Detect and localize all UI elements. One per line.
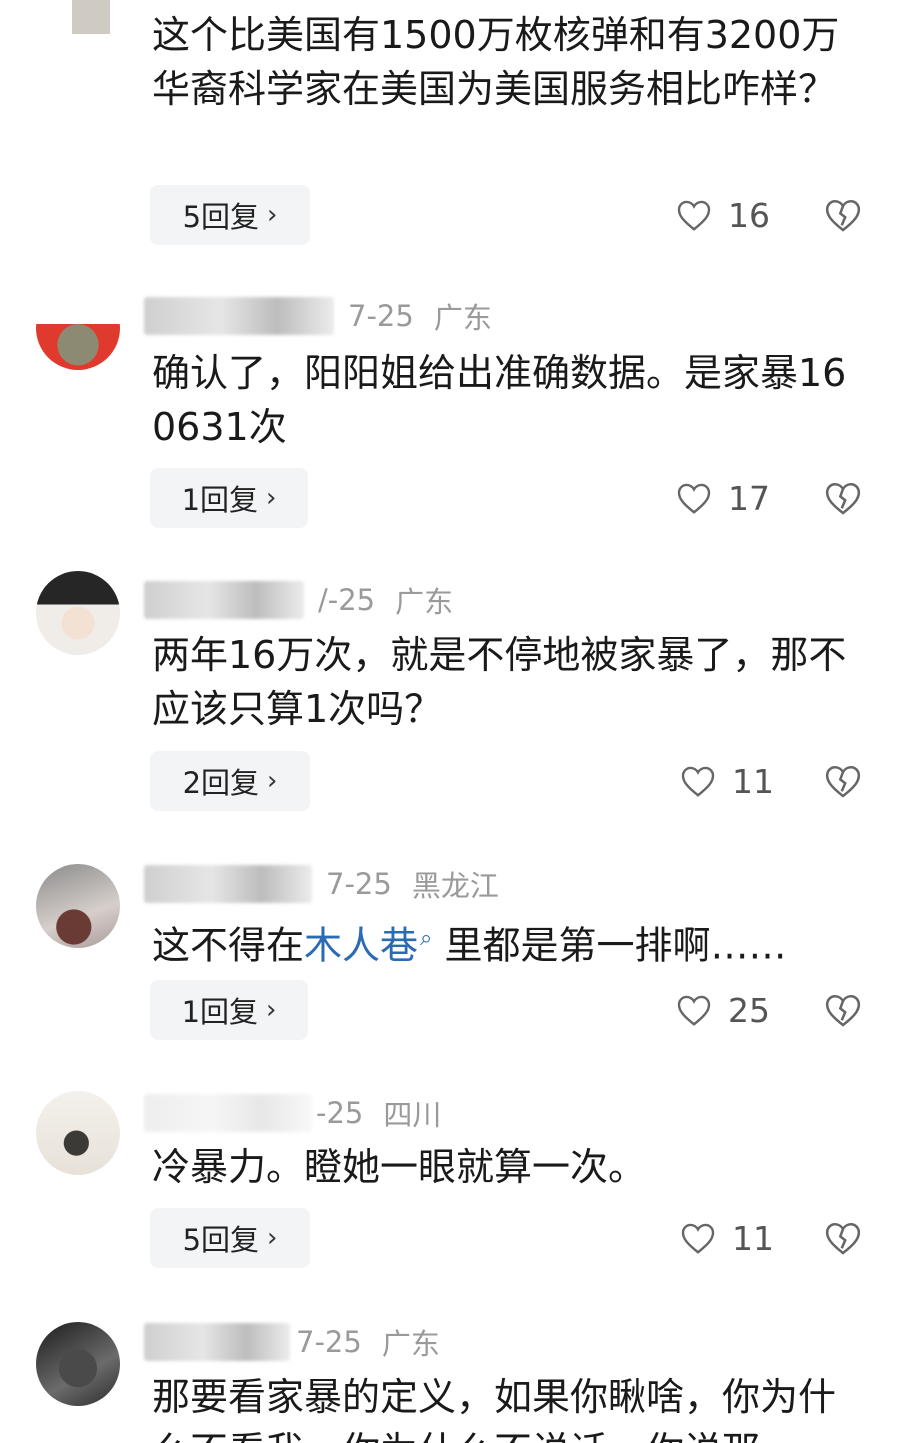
chevron-right-icon: › <box>267 766 278 796</box>
chevron-right-icon: › <box>266 483 277 513</box>
chevron-right-icon: › <box>266 995 277 1025</box>
comment-text: 两年16万次，就是不停地被家暴了，那不应该只算1次吗？ <box>152 633 847 731</box>
comment-location: 四川 <box>383 1098 442 1132</box>
like-button[interactable]: 11 <box>680 1208 774 1268</box>
heart-outline-icon <box>677 995 711 1026</box>
like-count: 11 <box>732 1218 774 1258</box>
comment-meta: -25 四川 <box>144 1093 441 1133</box>
comment-meta: 7-25 广东 <box>144 1322 440 1362</box>
like-count: 17 <box>728 478 770 518</box>
comment-text-part: 里都是第一排啊…… <box>432 923 787 968</box>
heart-outline-icon <box>677 200 711 231</box>
comment-location: 广东 <box>433 301 492 335</box>
reply-count: 5回复 <box>182 1223 260 1257</box>
comment-date: 7-25 <box>296 1325 362 1359</box>
reply-count: 1回复 <box>181 483 259 517</box>
author-name[interactable] <box>144 1094 312 1132</box>
like-button[interactable]: 25 <box>676 980 770 1040</box>
like-count: 25 <box>728 990 770 1030</box>
broken-heart-icon <box>825 482 861 515</box>
dislike-button[interactable] <box>824 1208 864 1268</box>
broken-heart-icon <box>825 1222 861 1255</box>
broken-heart-icon <box>825 994 861 1027</box>
like-count: 11 <box>732 761 774 801</box>
like-button[interactable]: 17 <box>676 468 770 528</box>
comment-text-part: 这不得在 <box>152 923 305 968</box>
dislike-button[interactable] <box>824 980 864 1040</box>
heart-outline-icon <box>677 483 711 514</box>
reply-count: 1回复 <box>181 995 259 1029</box>
comment-text: 这不得在木人巷⌕ 里都是第一排啊…… <box>152 912 862 973</box>
comment-meta: /-25 广东 <box>144 580 453 620</box>
author-name[interactable] <box>144 297 334 335</box>
avatar[interactable] <box>36 1091 120 1175</box>
like-button[interactable]: 16 <box>676 185 770 245</box>
reply-button[interactable]: 1回复 › <box>150 980 308 1040</box>
comment-date: 7-25 <box>348 299 414 333</box>
dislike-button[interactable] <box>824 751 864 811</box>
author-name[interactable] <box>144 581 304 619</box>
author-name[interactable] <box>144 865 312 903</box>
reply-button[interactable]: 5回复 › <box>150 1208 310 1268</box>
chevron-right-icon: › <box>267 1223 278 1253</box>
avatar[interactable] <box>36 571 120 655</box>
avatar[interactable] <box>36 864 120 948</box>
comment-meta: 7-25 广东 <box>144 296 492 336</box>
avatar[interactable] <box>36 1322 120 1406</box>
comment-meta: 7-25 黑龙江 <box>144 864 499 904</box>
comment-location: 黑龙江 <box>411 869 499 903</box>
avatar[interactable] <box>36 286 120 370</box>
comment-date: -25 <box>316 1096 364 1130</box>
comment-date: 7-25 <box>326 867 392 901</box>
avatar[interactable] <box>72 0 110 34</box>
reply-count: 5回复 <box>182 200 260 234</box>
dislike-button[interactable] <box>824 185 864 245</box>
comment-text: 那要看家暴的定义，如果你瞅啥，你为什么不看我，你为什么不说话，你说那 <box>152 1375 837 1443</box>
comment-location: 广东 <box>381 1327 440 1361</box>
broken-heart-icon <box>825 765 861 798</box>
comment-date: /-25 <box>318 583 376 617</box>
heart-outline-icon <box>681 1223 715 1254</box>
like-button[interactable]: 11 <box>680 751 774 811</box>
dislike-button[interactable] <box>824 468 864 528</box>
comment-text: 这个比美国有1500万枚核弹和有3200万华裔科学家在美国为美国服务相比咋样？ <box>152 13 840 111</box>
search-link[interactable]: 木人巷 <box>304 924 418 968</box>
author-name[interactable] <box>144 1323 290 1361</box>
comment-location: 广东 <box>395 585 454 619</box>
chevron-right-icon: › <box>267 200 278 230</box>
broken-heart-icon <box>825 199 861 232</box>
like-count: 16 <box>728 195 770 235</box>
comment-text: 确认了，阳阳姐给出准确数据。是家暴160631次 <box>152 351 847 449</box>
search-icon[interactable]: ⌕ <box>420 926 432 951</box>
reply-button[interactable]: 5回复 › <box>150 185 310 245</box>
reply-count: 2回复 <box>182 766 260 800</box>
comment-text: 冷暴力。瞪她一眼就算一次。 <box>152 1145 647 1189</box>
reply-button[interactable]: 2回复 › <box>150 751 310 811</box>
heart-outline-icon <box>681 766 715 797</box>
reply-button[interactable]: 1回复 › <box>150 468 308 528</box>
